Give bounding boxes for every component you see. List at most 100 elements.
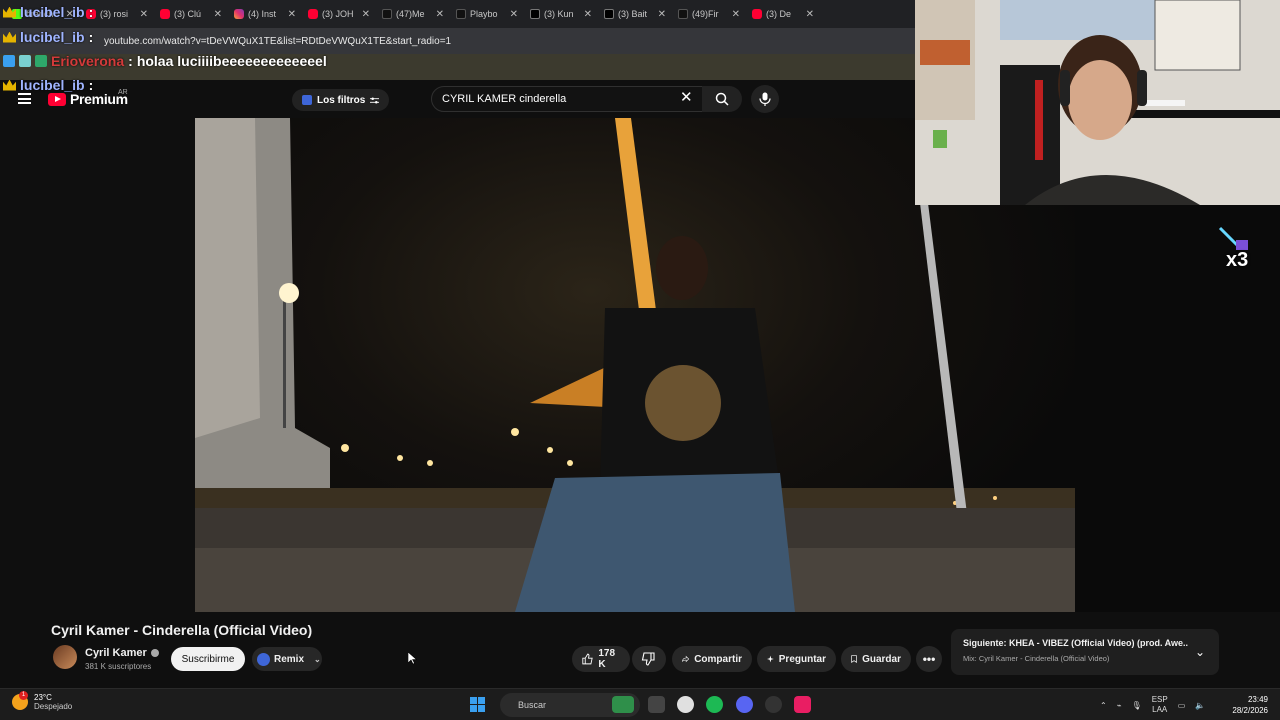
chat-message: lucibel_ib :: [3, 29, 93, 45]
channel-name-text: Cyril Kamer: [85, 647, 147, 659]
taskbar: 1 23°C Despejado Buscar ⌃ ⌁ 🎙 ESP LAA ▭ …: [0, 688, 1280, 720]
spotify-icon[interactable]: [706, 696, 723, 713]
tiktok-icon: [678, 9, 688, 19]
menu-icon[interactable]: [18, 93, 31, 104]
save-label: Guardar: [862, 653, 901, 665]
up-next-title: Siguiente: KHEA - VIBEZ (Official Video)…: [963, 638, 1188, 648]
chat-message: lucibel_ib :: [3, 4, 93, 20]
mouse-cursor-icon: [408, 652, 417, 665]
like-button[interactable]: 178 K: [572, 646, 630, 672]
browser-tab[interactable]: (47)Me ✕: [376, 0, 450, 28]
network-icon[interactable]: ⌁: [1117, 701, 1122, 710]
browser-tab[interactable]: (3) Bait ✕: [598, 0, 672, 28]
search-button[interactable]: [702, 86, 742, 112]
discord-icon[interactable]: [736, 696, 753, 713]
close-tab-icon[interactable]: ✕: [436, 9, 444, 20]
search-highlight-icon: [612, 696, 634, 713]
weather-widget[interactable]: 1 23°C Despejado: [12, 691, 73, 711]
close-tab-icon[interactable]: ✕: [584, 9, 592, 20]
share-icon: [682, 655, 690, 663]
close-tab-icon[interactable]: ✕: [658, 9, 666, 20]
language-indicator[interactable]: ESP LAA: [1152, 695, 1168, 715]
thumbs-down-icon: [641, 652, 655, 666]
subscriber-badge-icon: [3, 55, 15, 67]
mic-icon[interactable]: 🎙: [1132, 701, 1142, 710]
browser-tab[interactable]: (3) JOH ✕: [302, 0, 376, 28]
dislike-button[interactable]: [632, 646, 666, 672]
chat-separator: :: [88, 4, 94, 20]
share-button[interactable]: Compartir: [672, 646, 752, 672]
clock[interactable]: 23:49 28/2/2026: [1228, 694, 1268, 716]
browser-tab[interactable]: (4) Inst ✕: [228, 0, 302, 28]
url-text[interactable]: youtube.com/watch?v=tDeVWQuX1TE&list=RDt…: [104, 36, 451, 47]
x-icon: [604, 9, 614, 19]
address-bar[interactable]: youtube.com/watch?v=tDeVWQuX1TE&list=RDt…: [0, 28, 915, 54]
search-input[interactable]: CYRIL KAMER cinderella: [431, 86, 706, 112]
remix-label: Remix: [274, 653, 305, 665]
windows-start-icon[interactable]: [470, 697, 485, 712]
youtube-logo[interactable]: Premium: [48, 91, 128, 107]
file-explorer-icon[interactable]: [648, 696, 665, 713]
channel-avatar[interactable]: [53, 645, 77, 669]
search-placeholder: Buscar: [518, 700, 547, 710]
close-tab-icon[interactable]: ✕: [806, 9, 814, 20]
chat-username: Erioverona: [51, 53, 125, 69]
system-tray: ⌃ ⌁ 🎙 ESP LAA ▭ 🔈: [1100, 695, 1205, 715]
close-tab-icon[interactable]: ✕: [362, 9, 370, 20]
subscriber-count: 381 K suscriptores: [85, 662, 152, 671]
remix-icon: [257, 652, 270, 666]
speaker-icon[interactable]: 🔈: [1195, 701, 1205, 710]
temperature: 23°C: [34, 693, 52, 702]
sun-icon: 1: [12, 691, 28, 710]
instagram-icon: [234, 9, 244, 19]
chat-separator: :: [128, 53, 133, 69]
bookmark-icon: [851, 655, 857, 663]
browser-tab-strip: ffranch ✕ (3) rosi ✕ (3) Clú ✕ (4) Inst ✕ (3…: [0, 0, 915, 28]
weather-desc: Despejado: [34, 702, 73, 711]
thumbs-up-icon: [582, 653, 593, 665]
browser-tab[interactable]: (3) Kun ✕: [524, 0, 598, 28]
close-tab-icon[interactable]: ✕: [510, 9, 518, 20]
close-tab-icon[interactable]: ✕: [214, 9, 222, 20]
close-tab-icon[interactable]: ✕: [288, 9, 296, 20]
subscribe-button[interactable]: Suscribirme: [171, 647, 245, 671]
browser-tab[interactable]: Playbo ✕: [450, 0, 524, 28]
chat-username: lucibel_ib: [20, 29, 85, 45]
up-next-card[interactable]: Siguiente: KHEA - VIBEZ (Official Video)…: [951, 629, 1219, 675]
tiktok-icon: [382, 9, 392, 19]
save-button[interactable]: Guardar: [841, 646, 911, 672]
channel-name[interactable]: Cyril Kamer: [85, 647, 159, 659]
youtube-header: Premium AR Los filtros CYRIL KAMER cinde…: [0, 80, 915, 118]
browser-tab[interactable]: (3) De ✕: [746, 0, 820, 28]
filters-button[interactable]: Los filtros: [292, 89, 390, 111]
sparkle-icon: [767, 655, 774, 663]
obs-icon[interactable]: [765, 696, 782, 713]
clock-date: 28/2/2026: [1232, 706, 1268, 715]
remix-button[interactable]: Remix ⌄: [252, 647, 322, 671]
chevron-down-icon: ⌄: [314, 654, 321, 664]
chrome-icon[interactable]: [677, 696, 694, 713]
clear-search-icon[interactable]: ✕: [680, 88, 693, 106]
voice-search-button[interactable]: [751, 85, 779, 113]
crown-badge-icon: [3, 31, 16, 43]
youtube-icon: [752, 9, 762, 19]
chevron-up-icon[interactable]: ⌃: [1100, 701, 1107, 710]
more-actions-button[interactable]: •••: [916, 646, 942, 672]
microphone-icon: [759, 92, 771, 106]
notification-badge: 1: [19, 691, 28, 700]
multiplier-label: x3: [1226, 249, 1249, 271]
browser-tab[interactable]: (3) Clú ✕: [154, 0, 228, 28]
crown-badge-icon: [3, 79, 16, 91]
display-icon[interactable]: ▭: [1178, 701, 1186, 710]
tiktok-studio-icon[interactable]: [794, 696, 811, 713]
verified-icon: [150, 649, 159, 657]
chevron-down-icon[interactable]: ⌄: [1195, 645, 1205, 659]
ask-label: Preguntar: [778, 653, 826, 665]
ask-button[interactable]: Preguntar: [757, 646, 836, 672]
chat-username: lucibel_ib: [20, 77, 85, 93]
tiktok-icon: [456, 9, 466, 19]
like-count: 178 K: [598, 648, 616, 670]
close-tab-icon[interactable]: ✕: [140, 9, 148, 20]
close-tab-icon[interactable]: ✕: [732, 9, 740, 20]
browser-tab[interactable]: (49)Fir ✕: [672, 0, 746, 28]
